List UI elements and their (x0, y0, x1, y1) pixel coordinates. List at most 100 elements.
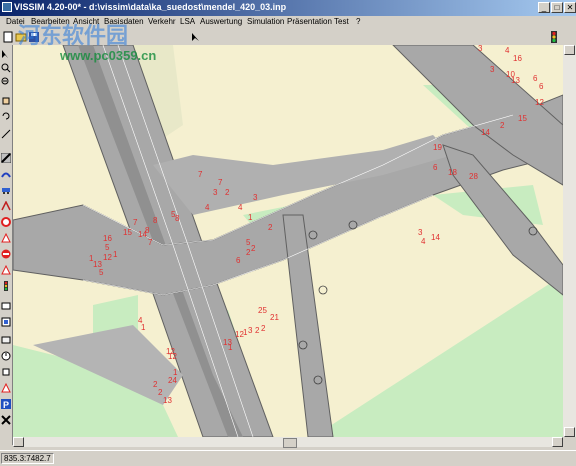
node-label: 19 (433, 143, 442, 152)
node-label: 4 (505, 46, 510, 55)
node-label: 13 (163, 396, 172, 405)
measure-icon[interactable] (1, 129, 11, 139)
node-label: 12 (168, 352, 177, 361)
node-label: 4 (238, 203, 243, 212)
pointer-icon[interactable] (1, 49, 11, 59)
watermark-logo: 河东软件园 (18, 24, 129, 49)
node-label: 1 (141, 323, 146, 332)
scroll-down-button[interactable] (564, 427, 575, 437)
node-label: 13 (511, 76, 520, 85)
node-label: 7 (133, 218, 138, 227)
node-label: 14 (481, 128, 490, 137)
minimize-button[interactable]: _ (538, 2, 550, 13)
node-label: 24 (168, 376, 177, 385)
connector-icon[interactable] (1, 169, 11, 179)
node-label: 18 (448, 168, 457, 177)
vertical-scrollbar[interactable] (563, 45, 576, 437)
node-label: 25 (258, 306, 267, 315)
node-label: 6 (433, 163, 438, 172)
node-label: 2 (261, 324, 266, 333)
cross-icon[interactable] (1, 415, 11, 425)
node-label: 3 (248, 326, 253, 335)
node-label: 6 (236, 256, 241, 265)
node-label: 14 (431, 233, 440, 242)
node-label: 1 (113, 250, 118, 259)
measure-point-icon[interactable] (1, 367, 11, 377)
clock-icon[interactable] (1, 351, 11, 361)
coordinate-readout: 835.3:7482.7 (1, 453, 54, 464)
node-label: 15 (123, 228, 132, 237)
menu-lsa[interactable]: LSA (180, 17, 195, 26)
arrow-icon[interactable] (190, 31, 202, 43)
node-label: 16 (103, 234, 112, 243)
scroll-left-button[interactable] (13, 437, 24, 447)
node-label: 6 (539, 82, 544, 91)
parking-icon[interactable]: P (1, 399, 11, 410)
app-icon (2, 2, 12, 12)
route-icon[interactable] (1, 200, 11, 211)
no-entry-icon[interactable] (1, 249, 11, 259)
node-label: 7 (148, 238, 153, 247)
menu-simulation[interactable]: Simulation (247, 17, 284, 26)
node-label: 3 (490, 65, 495, 74)
node-label: 5 (99, 268, 104, 277)
menu-test[interactable]: Test (334, 17, 349, 26)
scroll-thumb[interactable] (283, 438, 297, 448)
signal-icon[interactable] (1, 281, 11, 291)
network-map[interactable]: 3 41631013 66121521419618 287743 24312526788… (13, 45, 563, 437)
node-label: 4 (205, 203, 210, 212)
node-label: 2 (268, 223, 273, 232)
node-label: 28 (469, 172, 478, 181)
node-label: 2 (255, 326, 260, 335)
status-bar: 835.3:7482.7 (0, 450, 576, 466)
scroll-right-button[interactable] (552, 437, 563, 447)
warning-icon[interactable] (1, 264, 11, 275)
zoom-out-icon[interactable] (1, 77, 11, 87)
stop-icon[interactable] (1, 232, 11, 243)
watermark-url: www.pc0359.cn (60, 48, 157, 63)
node-label: 5 (105, 243, 110, 252)
maximize-button[interactable]: □ (551, 2, 563, 13)
bus-icon[interactable] (1, 335, 11, 345)
horizontal-scrollbar[interactable] (13, 437, 563, 448)
node-label: 21 (270, 313, 279, 322)
node-label: 2 (251, 244, 256, 253)
node-label: 12 (103, 253, 112, 262)
transit-stop-icon[interactable] (1, 317, 11, 327)
node-label: 3 (478, 45, 483, 53)
hand-icon[interactable] (1, 95, 11, 105)
traffic-light-icon[interactable] (548, 31, 560, 43)
node-label: 1 (248, 213, 253, 222)
menu-praesentation[interactable]: Präsentation (287, 17, 332, 26)
menu-verkehr[interactable]: Verkehr (148, 17, 176, 26)
node-label: 8 (153, 216, 158, 225)
close-button[interactable]: ✕ (564, 2, 576, 13)
title-bar: VISSIM 4.20-00* - d:\vissim\data\ka_sued… (0, 0, 576, 16)
node-label: 7 (218, 178, 223, 187)
node-label: 4 (421, 237, 426, 246)
detector-icon[interactable] (1, 301, 11, 311)
node-label: 2 (500, 121, 505, 130)
scroll-up-button[interactable] (564, 45, 575, 55)
new-file-icon[interactable] (2, 31, 14, 43)
svg-text:P: P (3, 400, 9, 409)
node-label: 12 (535, 98, 544, 107)
priority-rule-icon[interactable] (1, 382, 11, 393)
menu-help[interactable]: ? (356, 17, 360, 26)
menu-auswertung[interactable]: Auswertung (200, 17, 242, 26)
zoom-icon[interactable] (1, 63, 11, 73)
node-label: 3 (253, 193, 258, 202)
node-label: 16 (513, 54, 522, 63)
node-label: 3 (213, 188, 218, 197)
node-label: 1 (228, 343, 233, 352)
node-label: 7 (198, 170, 203, 179)
speed-sign-icon[interactable] (1, 217, 11, 227)
green-area-southeast (313, 275, 563, 437)
link-icon[interactable] (0, 152, 12, 164)
road-south-east[interactable] (282, 214, 334, 437)
network-canvas[interactable]: 3 4 16 3 10 13 6 6 12 15 2 14 19 6 18 28 7 7 4 3 2 4 3 1 2 5 2 6 7 8 8… (13, 45, 563, 437)
rotate-icon[interactable] (1, 111, 11, 121)
vehicle-icon[interactable] (1, 185, 11, 195)
node-label: 1 (173, 368, 178, 377)
node-label: 6 (533, 74, 538, 83)
